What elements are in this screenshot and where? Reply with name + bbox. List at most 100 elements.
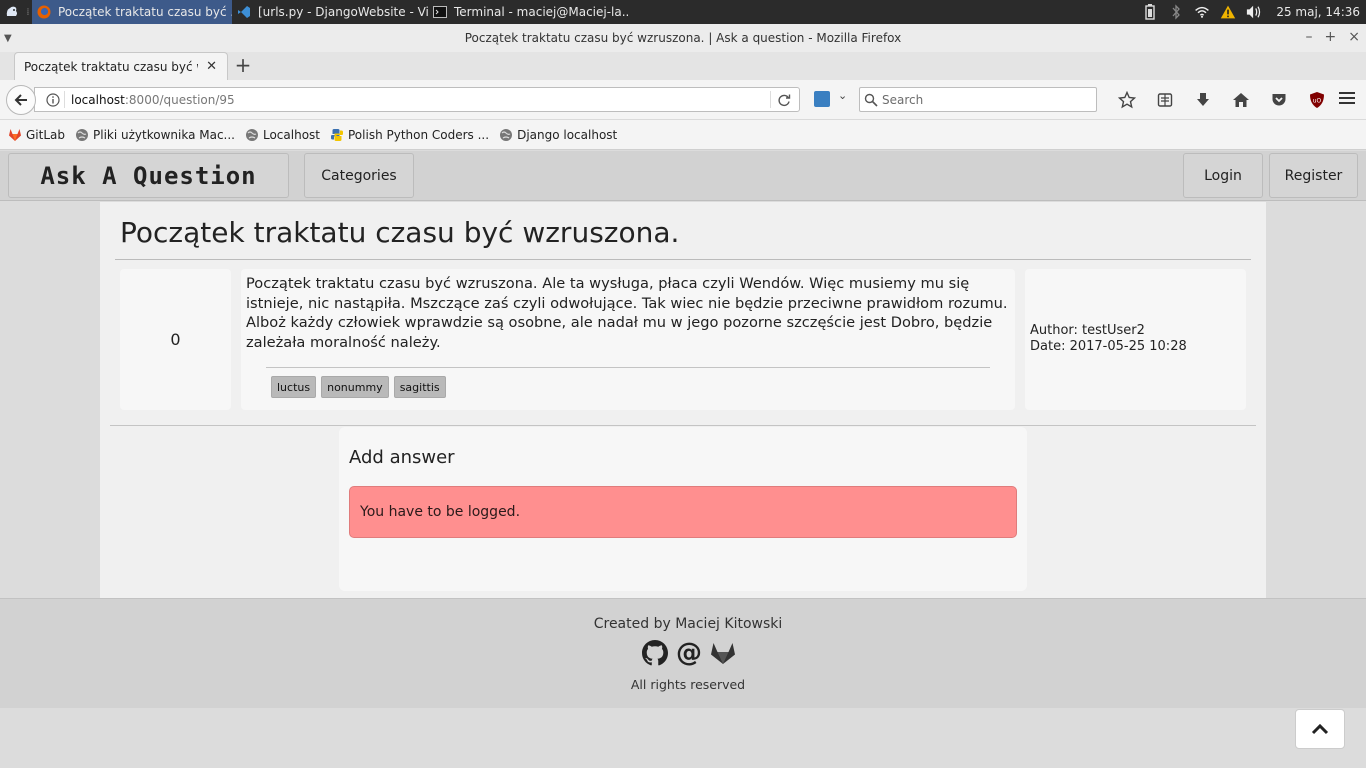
search-input[interactable] — [882, 92, 1082, 107]
container-tab-icon[interactable] — [814, 91, 830, 107]
bookmark-label: GitLab — [26, 127, 65, 142]
battery-icon[interactable] — [1142, 4, 1158, 20]
close-window-icon[interactable]: × — [1348, 29, 1360, 45]
browser-tab[interactable]: Początek traktatu czasu być wzruszona. ✕ — [14, 52, 228, 80]
tag-badge[interactable]: luctus — [271, 376, 317, 398]
tag-badge[interactable]: sagittis — [393, 376, 446, 398]
divider — [110, 425, 1256, 426]
app-menu-icon[interactable] — [0, 0, 24, 24]
svg-text:uO: uO — [1313, 98, 1322, 105]
bookmark-label: Polish Python Coders ... — [348, 127, 490, 142]
task-vscode[interactable]: [urls.py - DjangoWebsite - Vi... — [232, 0, 428, 24]
author-line: Author: testUser2 — [1030, 323, 1145, 338]
pocket-icon[interactable] — [1260, 89, 1298, 111]
task-label: Początek traktatu czasu być ... — [58, 5, 232, 19]
bookmark-django-localhost[interactable]: Django localhost — [499, 128, 617, 142]
gitlab-icon[interactable] — [710, 639, 736, 667]
maximize-icon[interactable]: + — [1325, 29, 1337, 45]
bookmark-label: Pliki użytkownika Mac... — [93, 127, 235, 142]
login-required-alert: You have to be logged. — [349, 486, 1017, 538]
question-body-text: Początek traktatu czasu być wzruszona. A… — [246, 275, 1008, 352]
vscode-icon — [236, 4, 252, 20]
divider — [115, 259, 1251, 260]
volume-icon[interactable] — [1246, 4, 1262, 20]
info-icon[interactable] — [41, 91, 65, 108]
add-answer-heading: Add answer — [349, 447, 455, 468]
firefox-icon — [36, 4, 52, 20]
tag-badge[interactable]: nonummy — [321, 376, 389, 398]
task-label: [urls.py - DjangoWebsite - Vi... — [258, 5, 428, 19]
web-page: Ask A Question Categories Login Register… — [0, 151, 1366, 768]
bookmarks-toolbar: GitLab Pliki użytkownika Mac... Localhos… — [0, 120, 1366, 150]
python-icon — [330, 128, 344, 142]
home-icon[interactable] — [1222, 89, 1260, 111]
bookmark-label: Localhost — [262, 127, 320, 142]
panel-separator: ⁞ — [26, 6, 30, 18]
globe-icon — [245, 128, 259, 142]
tab-bar: Początek traktatu czasu być wzruszona. ✕… — [0, 52, 1366, 80]
vote-count-box: 0 — [120, 269, 231, 410]
bookmark-localhost[interactable]: Localhost — [245, 128, 320, 142]
divider — [266, 367, 990, 368]
clock[interactable]: 25 maj, 14:36 — [1276, 5, 1360, 19]
terminal-icon — [432, 4, 448, 20]
site-navbar: Ask A Question Categories Login Register — [0, 151, 1366, 201]
bluetooth-icon[interactable] — [1168, 4, 1184, 20]
desktop-panel: ⁞ Początek traktatu czasu być ... [urls.… — [0, 0, 1366, 24]
date-line: Date: 2017-05-25 10:28 — [1030, 339, 1187, 354]
hamburger-menu-icon[interactable] — [1338, 90, 1356, 110]
url-host: localhost — [71, 92, 125, 107]
reload-icon[interactable] — [770, 91, 791, 108]
reading-list-icon[interactable] — [1146, 89, 1184, 111]
task-terminal[interactable]: Terminal - maciej@Maciej-la... — [428, 0, 628, 24]
search-icon — [860, 93, 882, 107]
warning-icon[interactable] — [1220, 4, 1236, 20]
site-footer: Created by Maciej Kitowski @ All rights … — [0, 598, 1366, 708]
vote-count: 0 — [170, 330, 181, 349]
download-icon[interactable] — [1184, 89, 1222, 111]
scroll-to-top-button[interactable] — [1295, 709, 1345, 749]
globe-icon — [499, 128, 513, 142]
nav-categories[interactable]: Categories — [304, 153, 414, 198]
navigation-toolbar: localhost:8000/question/95 ⌄ uO — [0, 80, 1366, 120]
question-meta: Author: testUser2 Date: 2017-05-25 10:28 — [1030, 323, 1187, 355]
system-tray: 25 maj, 14:36 — [1142, 0, 1366, 24]
bookmark-star-icon[interactable] — [1108, 89, 1146, 111]
bookmark-files[interactable]: Pliki użytkownika Mac... — [75, 128, 235, 142]
bookmark-polish-python[interactable]: Polish Python Coders ... — [330, 128, 489, 142]
back-button[interactable] — [6, 85, 36, 115]
footer-social-links: @ — [642, 639, 736, 667]
main-content: Początek traktatu czasu być wzruszona. 0… — [100, 202, 1266, 598]
url-path: :8000/question/95 — [124, 92, 235, 107]
tag-list: luctus nonummy sagittis — [271, 376, 446, 398]
wifi-icon[interactable] — [1194, 4, 1210, 20]
window-titlebar: ▼ Początek traktatu czasu być wzruszona.… — [0, 24, 1366, 52]
close-tab-icon[interactable]: ✕ — [206, 59, 217, 74]
tab-title: Początek traktatu czasu być wzruszona. — [24, 59, 198, 74]
github-icon[interactable] — [642, 639, 668, 667]
question-meta-box: Author: testUser2 Date: 2017-05-25 10:28 — [1025, 269, 1246, 410]
question-title: Początek traktatu czasu być wzruszona. — [120, 216, 680, 249]
toolbar-icons: uO — [1108, 89, 1336, 111]
chevron-down-icon[interactable]: ⌄ — [838, 89, 847, 102]
footer-rights: All rights reserved — [630, 677, 746, 692]
search-box[interactable] — [859, 87, 1097, 112]
footer-created-by: Created by Maciej Kitowski — [593, 616, 783, 632]
minimize-icon[interactable]: – — [1306, 29, 1313, 45]
task-firefox[interactable]: Początek traktatu czasu być ... — [32, 0, 232, 24]
bookmark-label: Django localhost — [517, 127, 618, 142]
ublock-icon[interactable]: uO — [1298, 89, 1336, 111]
gitlab-icon — [8, 128, 22, 142]
nav-login[interactable]: Login — [1183, 153, 1263, 198]
email-at-icon[interactable]: @ — [676, 639, 702, 667]
window-menu-icon[interactable]: ▼ — [4, 33, 12, 44]
new-tab-button[interactable]: + — [232, 55, 254, 75]
window-title: Początek traktatu czasu być wzruszona. |… — [464, 31, 902, 45]
url-bar[interactable]: localhost:8000/question/95 — [34, 87, 800, 112]
question-body-box: Początek traktatu czasu być wzruszona. A… — [241, 269, 1015, 410]
globe-icon — [75, 128, 89, 142]
site-brand-link[interactable]: Ask A Question — [8, 153, 289, 198]
bookmark-gitlab[interactable]: GitLab — [8, 128, 65, 142]
nav-register[interactable]: Register — [1269, 153, 1358, 198]
window-controls: – + × — [1306, 29, 1360, 45]
